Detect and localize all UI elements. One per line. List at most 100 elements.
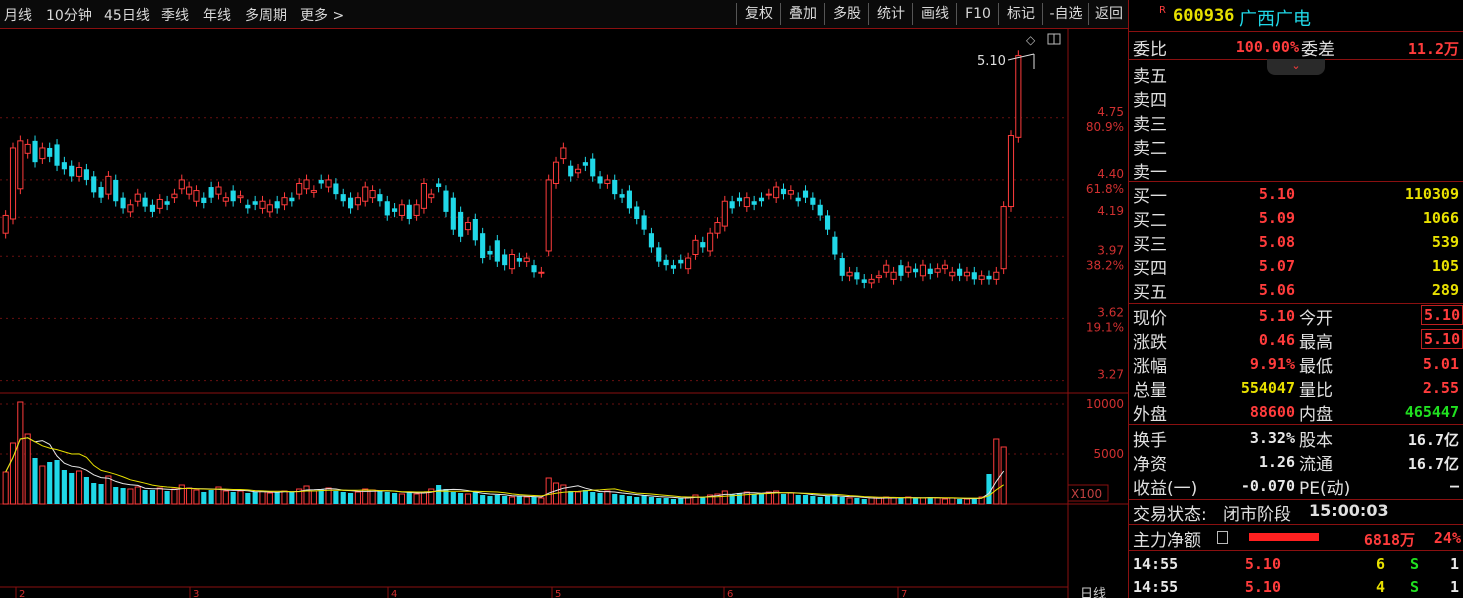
volume-tick-label: 10000 [1086, 397, 1124, 411]
volume-bar-up [890, 497, 897, 505]
volume-bar-down [252, 492, 258, 504]
kline-chart[interactable]: 4.75 4.40 4.19 3.97 3.62 3.27 80.9% 61.8% 38.2% 1… [0, 29, 1128, 598]
f10-button[interactable]: F10 [956, 3, 999, 25]
date-tick-label: 7 [901, 589, 907, 598]
volume-bar-down [619, 495, 625, 504]
candle-up [721, 200, 728, 227]
volume-bar-up [127, 488, 134, 505]
volume-bar-down [149, 490, 155, 504]
tab-10min[interactable]: 10分钟 [46, 5, 92, 25]
mark-button[interactable]: 标记 [998, 3, 1043, 25]
volume-bar-up [574, 491, 582, 505]
volume-bar-up [538, 497, 545, 505]
volume-bar-down [795, 495, 801, 504]
candle-up [685, 257, 692, 270]
buy1-price: 5.10 [1258, 185, 1295, 203]
candle-up [398, 204, 405, 216]
candle-up [178, 179, 185, 190]
float-value: 16.7亿 [1407, 455, 1459, 473]
volume-bar-down [626, 496, 632, 504]
buy1-volume: 110309 [1404, 185, 1459, 203]
list-icon[interactable] [1217, 531, 1228, 544]
collapse-chevron-icon[interactable]: ⌄ [1267, 59, 1325, 75]
period-toolbar: 月线 10分钟 45日线 季线 年线 多周期 更多 > 复权 叠加 多股 统计 … [0, 0, 1128, 29]
volume-bar-up [787, 492, 794, 505]
candle-up [560, 147, 567, 160]
volume-bar-down [142, 490, 148, 504]
eps-label: 收益(一) [1133, 479, 1198, 499]
sell-level-4: 卖四 [1133, 91, 1167, 111]
open-label: 今开 [1299, 309, 1333, 329]
current-price-value: 5.10 [1258, 307, 1295, 325]
overlay-button[interactable]: 叠加 [780, 3, 825, 25]
volume-bar-down [91, 483, 97, 504]
candle-down [971, 272, 977, 280]
candle-down [458, 211, 464, 237]
candle-up [883, 264, 890, 273]
volume-bar-down [69, 473, 75, 504]
volume-bar-down [641, 495, 647, 504]
volume-bar-down [201, 492, 207, 504]
candle-up [1015, 55, 1022, 138]
candle-down [377, 194, 383, 202]
statistics-button[interactable]: 统计 [868, 3, 913, 25]
total-volume-value: 554047 [1240, 379, 1295, 397]
candle-up [604, 179, 611, 184]
date-tick-label: 5 [555, 589, 561, 598]
volume-bar-down [120, 488, 126, 504]
main-flow-pct: 24% [1433, 529, 1461, 547]
candle-down [810, 197, 816, 205]
candle-up [875, 275, 882, 279]
draw-line-button[interactable]: 画线 [912, 3, 957, 25]
tab-yearly[interactable]: 年线 [203, 5, 231, 25]
share-capital-label: 股本 [1299, 431, 1333, 451]
tab-45day[interactable]: 45日线 [104, 5, 150, 25]
volume-bar-down [32, 458, 38, 504]
candle-up [9, 147, 17, 220]
pct-tick-label: 61.8% [1086, 182, 1124, 196]
candle-up [464, 222, 472, 231]
multi-stock-button[interactable]: 多股 [824, 3, 869, 25]
diamond-icon[interactable]: ◇ [1026, 33, 1036, 47]
candle-down [208, 187, 214, 198]
remove-watchlist-button[interactable]: -自选 [1042, 3, 1089, 25]
volume-bar-down [590, 492, 596, 504]
volume-bar-down [98, 484, 104, 504]
candle-down [32, 140, 38, 163]
candle-up [310, 190, 317, 193]
back-button[interactable]: 返回 [1088, 3, 1129, 25]
inner-volume-value: 465447 [1404, 403, 1459, 421]
candle-down [780, 188, 787, 195]
buy-level-5: 买五 [1133, 283, 1167, 303]
volume-bar-down [289, 492, 295, 504]
change-label: 涨跌 [1133, 333, 1167, 353]
tab-quarterly[interactable]: 季线 [161, 5, 189, 25]
more-menu-button[interactable]: 更多 > [300, 5, 344, 25]
volume-bar-down [384, 492, 390, 504]
volume-bar-up [156, 487, 163, 505]
candle-up [193, 190, 200, 202]
buy2-volume: 1066 [1422, 209, 1459, 227]
outer-volume-value: 88600 [1249, 403, 1295, 421]
buy4-volume: 105 [1431, 257, 1459, 275]
candle-up [156, 198, 163, 209]
candle-down [612, 179, 618, 195]
trade-status-label: 交易状态: [1133, 505, 1207, 525]
tab-monthly[interactable]: 月线 [4, 5, 32, 25]
candle-up [259, 200, 266, 209]
tab-multi-period[interactable]: 多周期 [245, 5, 287, 25]
volume-bar-down [780, 494, 787, 504]
volume-bar-up [868, 497, 875, 505]
candle-down [832, 236, 838, 255]
restore-rights-button[interactable]: 复权 [736, 3, 781, 25]
candle-up [941, 264, 949, 270]
volume-bar-up [266, 492, 273, 505]
price-tick-label: 4.75 [1097, 105, 1124, 119]
volume-bar-up [193, 489, 200, 505]
candle-down [751, 201, 757, 205]
total-volume-label: 总量 [1133, 381, 1167, 401]
low-value: 5.01 [1422, 355, 1459, 373]
buy-level-2: 买二 [1133, 211, 1167, 231]
candle-up [222, 197, 229, 202]
volume-bar-down [54, 460, 60, 504]
